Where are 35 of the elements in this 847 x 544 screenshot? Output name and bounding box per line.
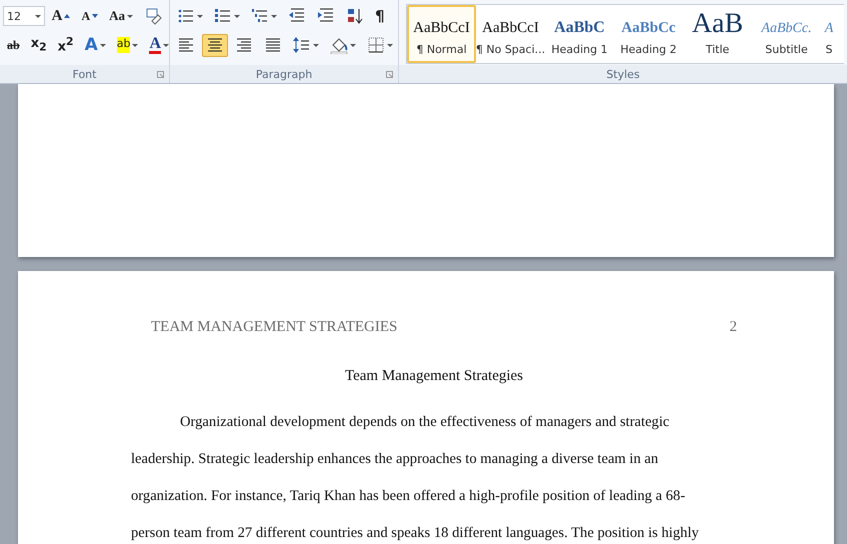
document-title: Team Management Strategies [344, 368, 524, 385]
up-arrow-icon [64, 14, 70, 18]
sort-icon [346, 7, 364, 25]
multilevel-list-icon [251, 7, 269, 25]
shrink-font-button[interactable]: A [77, 4, 102, 28]
font-size-field[interactable]: 12 [3, 6, 45, 26]
line-spacing-icon [293, 36, 311, 54]
highlight-button[interactable]: ab [112, 34, 142, 56]
show-marks-button[interactable]: ¶ [371, 4, 389, 28]
page-number: 2 [730, 319, 737, 336]
subscript-button[interactable]: x$_{2}$ [26, 34, 51, 56]
text-effects-button[interactable]: A [80, 34, 110, 56]
align-right-icon [235, 36, 253, 54]
borders-icon [367, 36, 385, 54]
page-header: TEAM MANAGEMENT STRATEGIES [151, 319, 398, 336]
justify-icon [264, 36, 282, 54]
font-color-button[interactable]: A [145, 34, 174, 56]
clear-formatting-icon [144, 7, 162, 25]
style-option[interactable]: AaBbCcI ¶ Normal [407, 5, 476, 63]
bullet-list-icon [177, 7, 195, 25]
change-case-button[interactable]: Aa [105, 4, 137, 28]
group-label: Styles [606, 68, 640, 80]
strikethrough-button[interactable]: ab [3, 34, 24, 56]
superscript-button[interactable]: x$^{2}$ [54, 34, 78, 56]
body-paragraph: Organizational development depends on the effectiveness of managers and strategic leadership. Strategic leadership enhances the approaches to managing a diverse team in an organization. For instance, Tariq Khan has been offered a high-profile position of leading a 68- person team from 27 different countries and speaks 18 different languages. The position is highly [131, 413, 700, 543]
caret-icon [34, 14, 41, 18]
align-left-icon [177, 36, 195, 54]
align-center-icon [206, 36, 224, 54]
group-label: Font [72, 68, 96, 80]
group-label: Paragraph [256, 68, 312, 80]
align-center-button[interactable] [202, 34, 228, 56]
paint-bucket-icon [330, 36, 348, 54]
down-arrow-icon [92, 14, 98, 18]
numbered-list-icon [214, 7, 232, 25]
grow-font-button[interactable]: A [48, 4, 74, 28]
